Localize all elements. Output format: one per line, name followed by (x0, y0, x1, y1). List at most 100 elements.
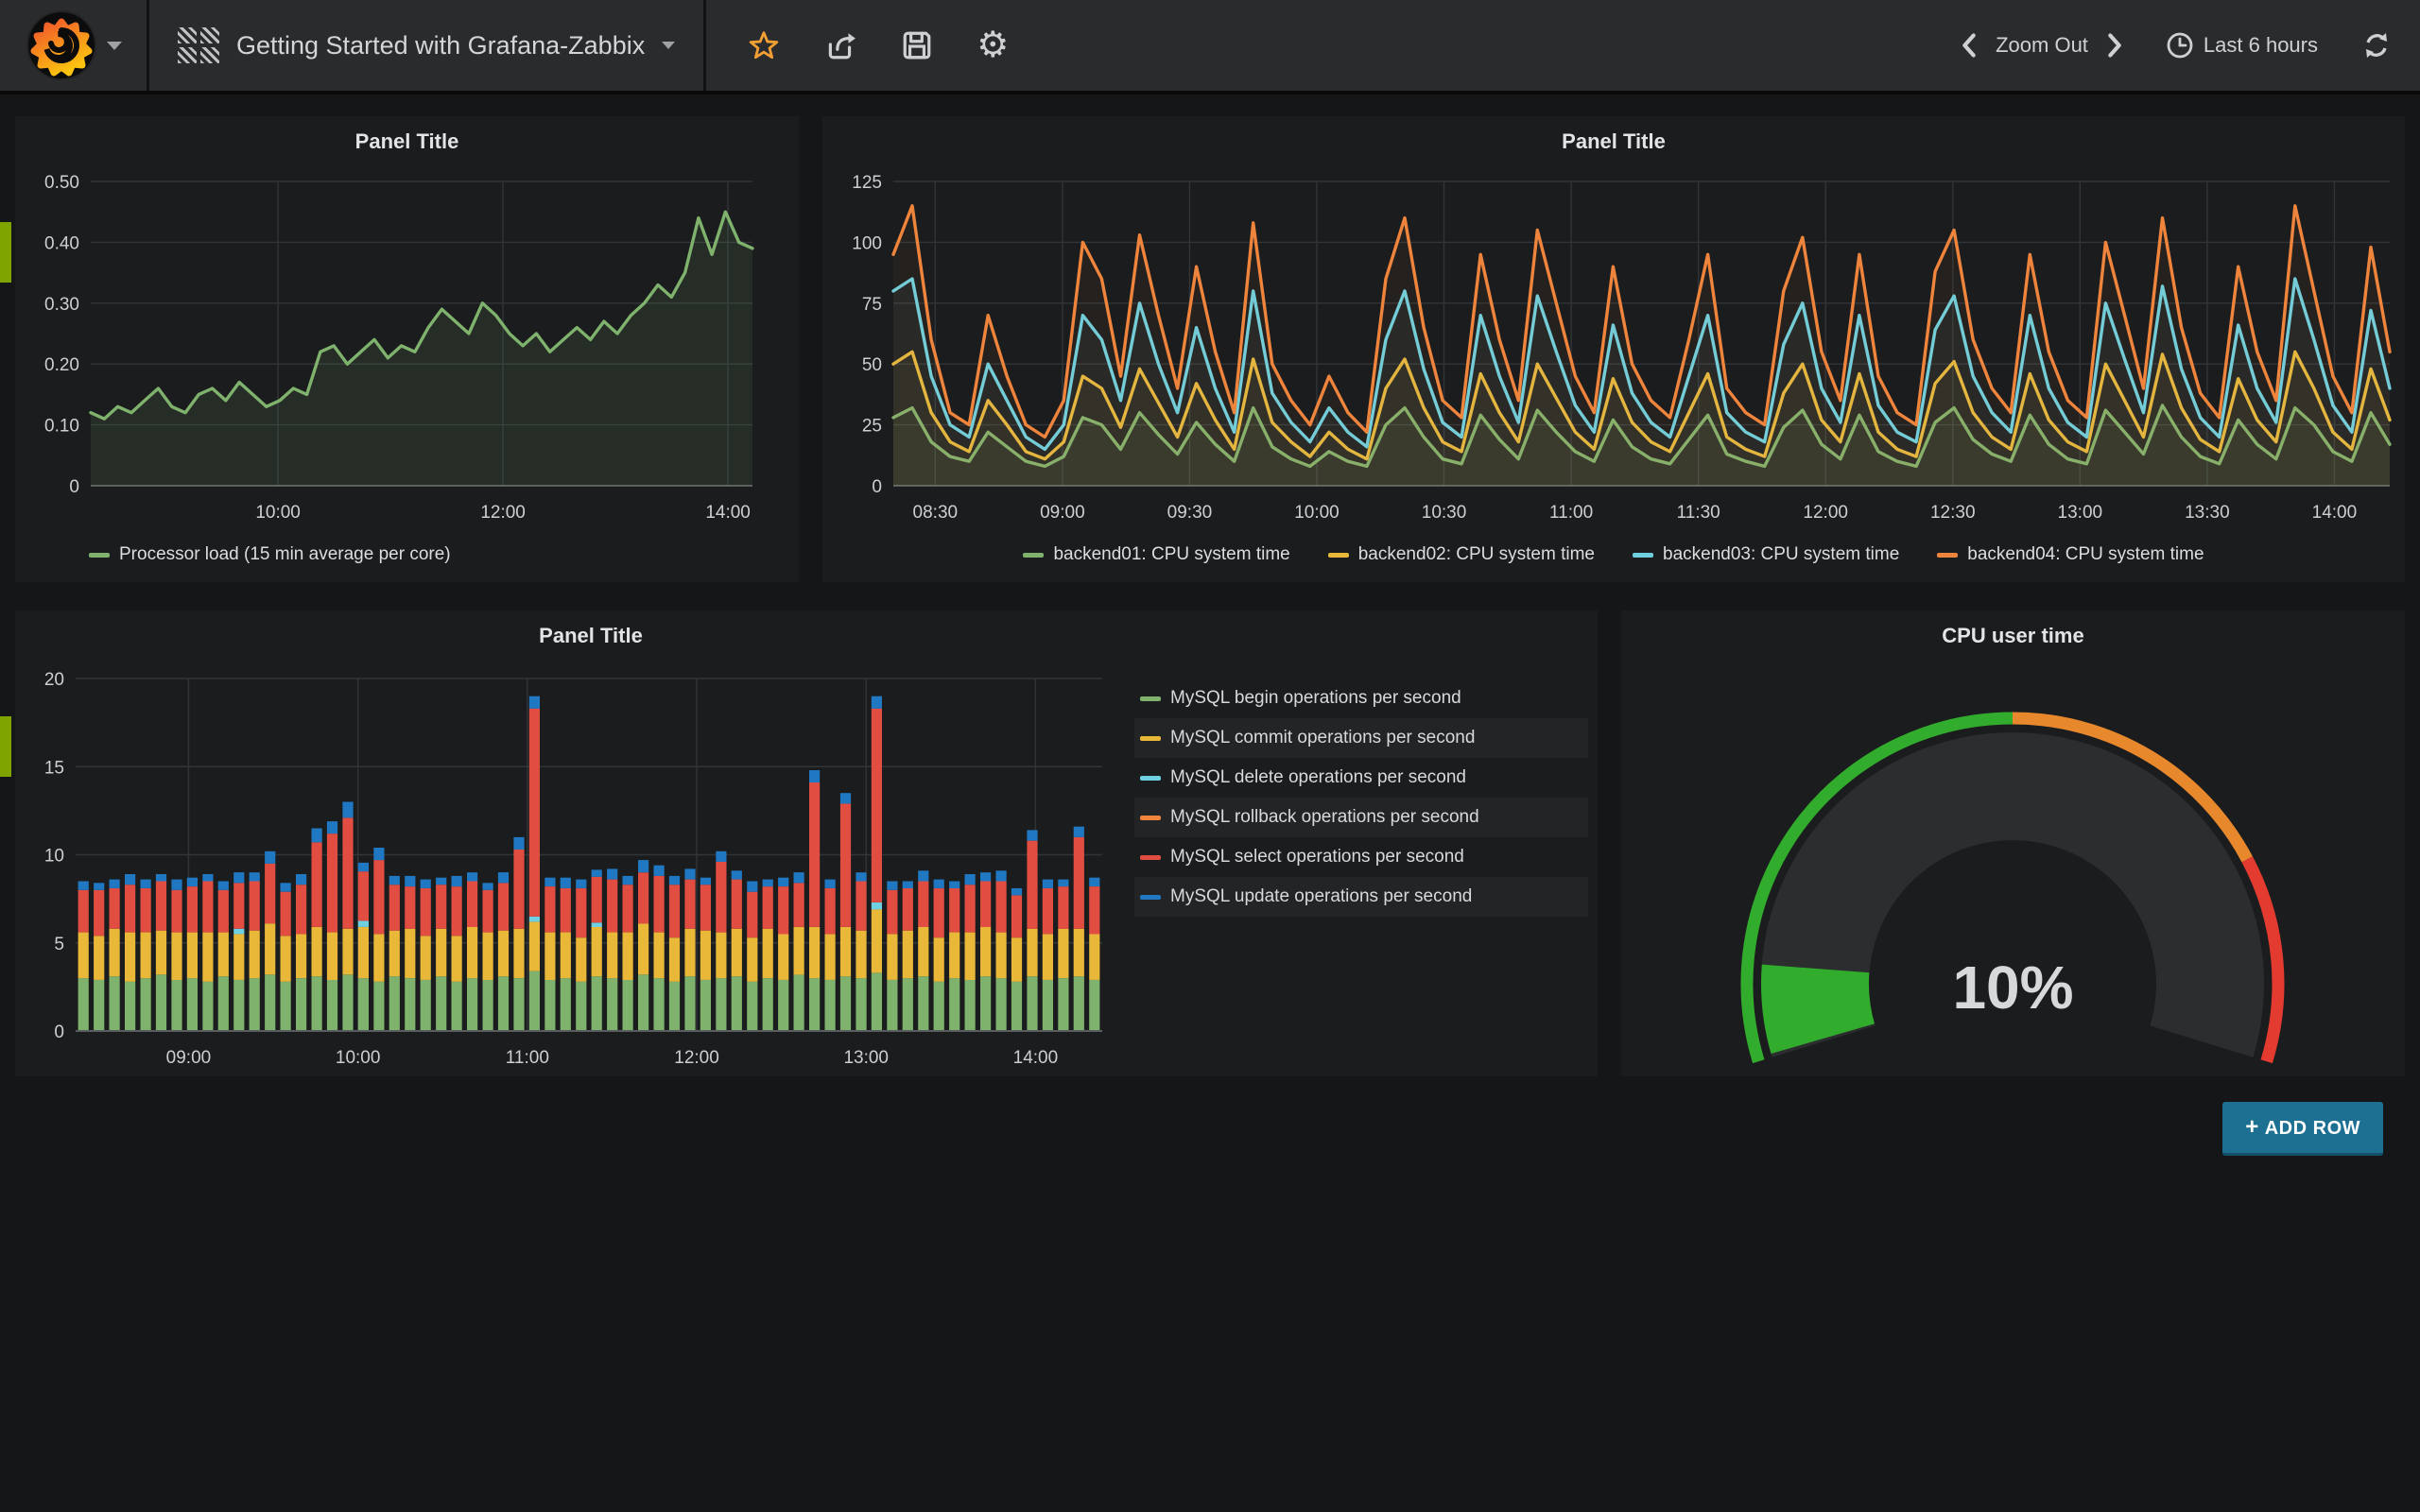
svg-text:125: 125 (852, 173, 882, 193)
legend-swatch (1633, 553, 1653, 558)
svg-text:12:00: 12:00 (1803, 503, 1848, 523)
legend-label: backend03: CPU system time (1663, 544, 1899, 565)
dashboard-grid-icon (178, 27, 219, 63)
svg-text:14:00: 14:00 (1013, 1048, 1059, 1068)
svg-text:0.30: 0.30 (44, 295, 79, 315)
legend-label: backend02: CPU system time (1358, 544, 1595, 565)
svg-text:11:00: 11:00 (1549, 503, 1593, 523)
svg-text:0.40: 0.40 (44, 233, 79, 253)
svg-text:10:00: 10:00 (255, 503, 301, 523)
svg-text:13:00: 13:00 (843, 1048, 889, 1068)
svg-text:12:30: 12:30 (1930, 503, 1976, 523)
time-range-label: Last 6 hours (2204, 33, 2318, 58)
svg-text:12:00: 12:00 (674, 1048, 719, 1068)
plus-icon: + (2245, 1114, 2259, 1140)
svg-text:14:00: 14:00 (2312, 503, 2358, 523)
time-range-picker[interactable]: Last 6 hours (2166, 31, 2318, 60)
svg-text:10:00: 10:00 (336, 1048, 381, 1068)
svg-text:5: 5 (54, 935, 64, 954)
gear-icon: ⚙ (977, 27, 1009, 63)
row-menu-strip[interactable] (0, 222, 11, 283)
legend-swatch (1140, 776, 1161, 781)
processor-load-chart[interactable]: 10:0012:0014:000.500.400.300.200.100 (15, 116, 799, 582)
svg-text:14:00: 14:00 (705, 503, 751, 523)
chevron-down-icon (662, 42, 675, 49)
clock-icon (2166, 31, 2194, 60)
grafana-logo-icon (26, 9, 97, 81)
star-icon (748, 30, 780, 60)
dashboard-row-2: Panel Title 09:0010:0011:0012:0013:0014:… (15, 610, 2405, 1076)
svg-text:50: 50 (862, 355, 882, 375)
legend-label: backend01: CPU system time (1053, 544, 1289, 565)
svg-text:100: 100 (852, 233, 882, 253)
legend-item[interactable]: MySQL commit operations per second (1134, 718, 1588, 758)
panel-mysql-ops: Panel Title 09:0010:0011:0012:0013:0014:… (15, 610, 1598, 1076)
legend-swatch (1937, 553, 1958, 558)
zoom-out-right-button[interactable] (2103, 32, 2126, 59)
share-icon (823, 29, 857, 61)
legend-item[interactable]: MySQL begin operations per second (1134, 679, 1588, 718)
legend-label: MySQL begin operations per second (1170, 688, 1461, 709)
legend-swatch (89, 553, 110, 558)
svg-text:12:00: 12:00 (480, 503, 526, 523)
refresh-icon (2361, 30, 2392, 60)
svg-text:11:00: 11:00 (506, 1048, 549, 1068)
svg-text:09:00: 09:00 (166, 1048, 212, 1068)
dashboard-title-dropdown[interactable]: Getting Started with Grafana-Zabbix (149, 0, 703, 91)
share-button[interactable] (823, 29, 857, 61)
legend-item[interactable]: backend02: CPU system time (1328, 544, 1595, 565)
svg-text:75: 75 (862, 295, 882, 315)
legend-item[interactable]: MySQL update operations per second (1134, 877, 1588, 917)
svg-text:25: 25 (862, 417, 882, 437)
legend-swatch (1140, 895, 1161, 900)
chevron-right-icon (2103, 32, 2126, 59)
legend-item[interactable]: backend04: CPU system time (1937, 544, 2204, 565)
legend-item[interactable]: backend01: CPU system time (1023, 544, 1289, 565)
legend-label: MySQL update operations per second (1170, 886, 1472, 907)
legend: Processor load (15 min average per core) (15, 544, 799, 565)
legend-label: backend04: CPU system time (1967, 544, 2204, 565)
legend-swatch (1328, 553, 1349, 558)
star-button[interactable] (748, 30, 780, 60)
settings-button[interactable]: ⚙ (977, 27, 1009, 63)
dashboard: Panel Title 10:0012:0014:000.500.400.300… (0, 94, 2420, 1156)
svg-text:13:30: 13:30 (2185, 503, 2230, 523)
panel-processor-load: Panel Title 10:0012:0014:000.500.400.300… (15, 116, 799, 582)
zoom-out-left-button[interactable] (1958, 32, 1980, 59)
legend-item[interactable]: MySQL rollback operations per second (1134, 798, 1588, 837)
dashboard-title: Getting Started with Grafana-Zabbix (236, 31, 645, 60)
svg-text:0: 0 (872, 477, 882, 497)
legend-item[interactable]: MySQL delete operations per second (1134, 758, 1588, 798)
legend-swatch (1023, 553, 1044, 558)
gauge-value: 10% (1621, 953, 2405, 1022)
save-button[interactable] (901, 29, 933, 61)
dashboard-row-1: Panel Title 10:0012:0014:000.500.400.300… (15, 116, 2405, 582)
legend-item[interactable]: MySQL select operations per second (1134, 837, 1588, 877)
grafana-menu-button[interactable] (0, 0, 149, 91)
row-menu-strip[interactable] (0, 716, 11, 777)
save-icon (901, 29, 933, 61)
chevron-left-icon (1958, 32, 1980, 59)
svg-text:0.20: 0.20 (44, 355, 79, 375)
chevron-down-icon (107, 42, 122, 50)
refresh-button[interactable] (2361, 30, 2392, 60)
svg-text:09:30: 09:30 (1167, 503, 1213, 523)
dashboard-actions: ⚙ (706, 0, 1050, 91)
legend-item[interactable]: Processor load (15 min average per core) (89, 544, 451, 565)
svg-text:13:00: 13:00 (2058, 503, 2103, 523)
svg-text:09:00: 09:00 (1040, 503, 1085, 523)
zoom-out-label[interactable]: Zoom Out (1996, 33, 2088, 58)
svg-text:10:00: 10:00 (1294, 503, 1340, 523)
svg-text:20: 20 (44, 670, 64, 690)
legend-label: MySQL delete operations per second (1170, 767, 1466, 788)
svg-text:0.10: 0.10 (44, 417, 79, 437)
cpu-system-chart[interactable]: 08:3009:0009:3010:0010:3011:0011:3012:00… (822, 116, 2405, 582)
legend-item[interactable]: backend03: CPU system time (1633, 544, 1899, 565)
svg-text:08:30: 08:30 (913, 503, 959, 523)
legend-label: MySQL select operations per second (1170, 847, 1464, 868)
add-row-button[interactable]: +ADD ROW (2222, 1102, 2383, 1156)
svg-text:0.50: 0.50 (44, 173, 79, 193)
legend-swatch (1140, 855, 1161, 860)
svg-text:0: 0 (54, 1022, 64, 1042)
svg-text:10: 10 (44, 847, 64, 867)
